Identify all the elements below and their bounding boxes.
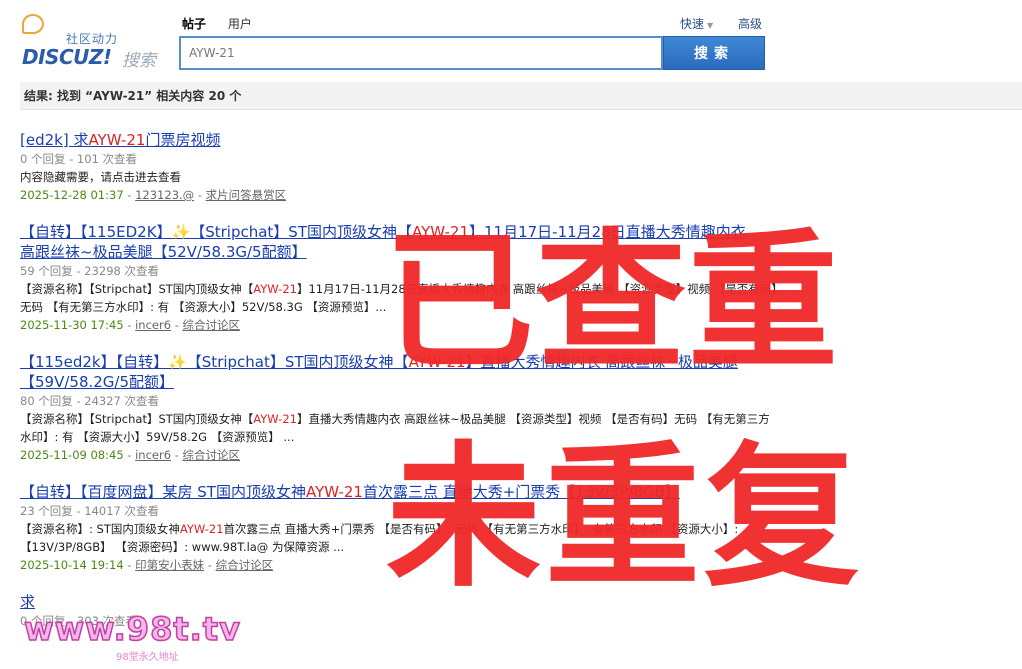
search-type-tabs: 帖子 用户 xyxy=(182,15,270,32)
search-button[interactable]: 搜索 xyxy=(663,36,765,70)
header: 社区动力 DISCUZ! 搜索 帖子 用户 搜索 快速▼ 高级 xyxy=(0,0,1022,80)
result-author-link[interactable]: 印第安小表妹 xyxy=(135,558,204,572)
watermark-subtext: 98堂永久地址 xyxy=(116,652,179,663)
logo-brand: DISCUZ! xyxy=(22,45,112,69)
chevron-down-icon: ▼ xyxy=(707,21,714,30)
result-forum-link[interactable]: 综合讨论区 xyxy=(183,448,241,462)
result-title-link[interactable]: [ed2k] 求AYW-21门票房视频 xyxy=(20,130,780,150)
result-forum-link[interactable]: 综合讨论区 xyxy=(183,318,241,332)
result-date: 2025-10-14 19:14 xyxy=(20,558,124,572)
watermark-text: www.98t.tv xyxy=(23,609,241,649)
duplicate-checked-stamp: 已查重 xyxy=(384,216,841,390)
tab-posts[interactable]: 帖子 xyxy=(182,17,206,31)
result-forum-link[interactable]: 求片问答悬赏区 xyxy=(206,188,287,202)
quick-search-menu[interactable]: 快速 ▼ xyxy=(680,15,713,32)
search-input[interactable] xyxy=(181,38,661,68)
discuz-logo[interactable]: 社区动力 DISCUZ! 搜索 xyxy=(20,12,160,71)
result-author-link[interactable]: incer6 xyxy=(135,318,171,332)
list-item: [ed2k] 求AYW-21门票房视频 0 个回复 - 101 次查看 内容隐藏… xyxy=(20,130,780,204)
result-date: 2025-11-30 17:45 xyxy=(20,318,124,332)
result-forum-link[interactable]: 综合讨论区 xyxy=(216,558,274,572)
result-date: 2025-11-09 08:45 xyxy=(20,448,124,462)
result-author-link[interactable]: incer6 xyxy=(135,448,171,462)
result-meta: 0 个回复 - 101 次查看 xyxy=(20,152,138,166)
logo-search-word: 搜索 xyxy=(122,51,156,71)
result-summary: 结果: 找到 “AYW-21” 相关内容 20 个 xyxy=(20,82,1022,110)
site-watermark: www.98t.tv 98堂永久地址 xyxy=(23,609,244,668)
speech-bubble-icon xyxy=(22,14,44,34)
search-box xyxy=(179,36,663,70)
not-duplicate-stamp: 未重复 xyxy=(386,427,863,608)
tab-users[interactable]: 用户 xyxy=(228,17,252,31)
result-desc: 内容隐藏需要，请点击进去查看 xyxy=(20,170,181,184)
result-date: 2025-12-28 01:37 xyxy=(20,188,124,202)
advanced-search-link[interactable]: 高级 xyxy=(738,15,762,32)
result-author-link[interactable]: 123123.@ xyxy=(135,188,194,202)
quick-search-label: 快速 xyxy=(680,17,705,31)
result-meta: 80 个回复 - 24327 次查看 xyxy=(20,394,159,408)
result-footer: 2025-12-28 01:37 - 123123.@ - 求片问答悬赏区 xyxy=(20,188,287,202)
